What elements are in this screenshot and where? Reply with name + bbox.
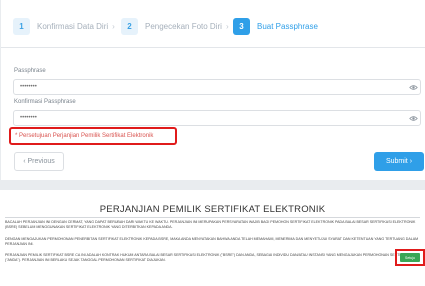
agreement-paragraph: Perjanjian Pemilik Sertifikat BSrE CA in…: [5, 253, 411, 262]
passphrase-input[interactable]: [13, 79, 421, 95]
chevron-right-icon: ›: [225, 21, 229, 31]
eye-icon[interactable]: [409, 114, 418, 123]
passphrase-label: Passphrase: [14, 68, 46, 74]
passphrase-form-panel: 1 Konfirmasi Data Diri › 2 Pengecekan Fo…: [1, 0, 425, 180]
previous-button[interactable]: ‹ Previous: [14, 152, 64, 171]
step-label: Buat Passphrase: [257, 21, 318, 31]
submit-button[interactable]: Submit ›: [374, 152, 424, 171]
stepper: 1 Konfirmasi Data Diri › 2 Pengecekan Fo…: [1, 0, 425, 48]
agreement-paragraph: Bacalah perjanjian ini dengan cermat, ya…: [5, 220, 416, 229]
agreement-link[interactable]: * Persetujuan Perjanjian Pemilik Sertifi…: [15, 133, 153, 139]
step-label: Konfirmasi Data Diri: [37, 21, 109, 31]
agreement-title: PERJANJIAN PEMILIK SERTIFIKAT ELEKTRONIK: [99, 204, 326, 215]
agreement-paragraph: Dengan mengajukan permohonan penerbitan …: [5, 237, 419, 246]
step-pengecekan-foto-diri[interactable]: 2 Pengecekan Foto Diri ›: [121, 16, 229, 36]
agree-button[interactable]: Setuju: [400, 253, 420, 262]
step-konfirmasi-data-diri[interactable]: 1 Konfirmasi Data Diri ›: [13, 16, 115, 36]
confirm-passphrase-label: Konfirmasi Passphrase: [14, 99, 76, 105]
agreement-link-highlight[interactable]: * Persetujuan Perjanjian Pemilik Sertifi…: [9, 127, 177, 145]
agreement-modal: PERJANJIAN PEMILIK SERTIFIKAT ELEKTRONIK…: [0, 190, 425, 286]
step-number: 1: [13, 17, 30, 35]
chevron-right-icon: ›: [112, 21, 115, 31]
step-number: 2: [121, 17, 138, 35]
step-label: Pengecekan Foto Diri: [145, 21, 222, 31]
eye-icon[interactable]: [409, 83, 418, 92]
step-number: 3: [233, 17, 250, 35]
agree-button-highlight: Setuju: [395, 249, 425, 266]
confirm-passphrase-input[interactable]: [13, 110, 421, 126]
step-buat-passphrase[interactable]: 3 Buat Passphrase: [233, 16, 318, 36]
divider: [5, 217, 420, 218]
